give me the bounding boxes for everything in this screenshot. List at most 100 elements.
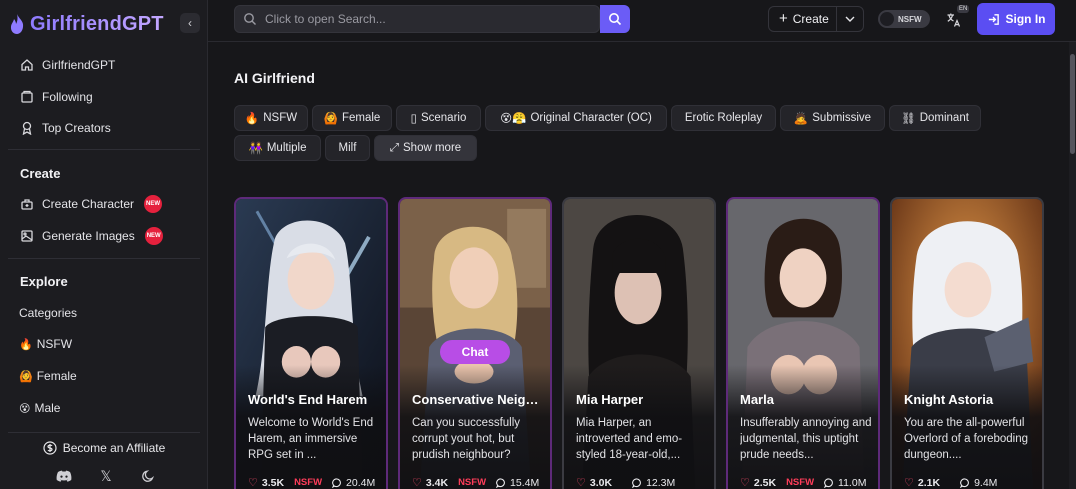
- sidebar-divider: [8, 149, 200, 150]
- chip-dominant[interactable]: ⛓ Dominant: [889, 105, 981, 131]
- like-count: 2.1K: [917, 476, 941, 489]
- character-card[interactable]: Chat Conservative Neighbour Can you succ…: [398, 197, 552, 489]
- character-card[interactable]: Mia Harper Mia Harper, an introverted an…: [562, 197, 716, 489]
- become-affiliate-link[interactable]: Become an Affiliate: [8, 432, 200, 460]
- expand-icon: ⤢: [389, 141, 400, 154]
- nsfw-toggle-label: NSFW: [898, 14, 922, 24]
- nsfw-tag: NSFW: [458, 477, 487, 488]
- explore-section-title: Explore: [20, 274, 68, 289]
- chip-submissive[interactable]: 🙇 Submissive: [780, 105, 885, 131]
- create-button[interactable]: + Create: [769, 7, 837, 31]
- sidebar-item-create-character[interactable]: Create Character NEW: [20, 195, 163, 213]
- chip-label: Milf: [338, 142, 357, 154]
- chat-count: 15.4M: [510, 476, 540, 489]
- chip-label: Multiple: [266, 142, 307, 154]
- people-icon: 👭: [248, 143, 263, 155]
- search-bar[interactable]: [234, 5, 600, 33]
- search-submit-button[interactable]: [600, 5, 630, 33]
- toggle-knob: [880, 12, 894, 26]
- character-card[interactable]: World's End Harem Welcome to World's End…: [234, 197, 388, 489]
- translate-icon: [947, 13, 961, 27]
- search-icon: [244, 13, 256, 25]
- card-description: You are the all-powerful Overlord of a f…: [904, 417, 1029, 461]
- sidebar-item-categories[interactable]: Categories: [19, 304, 77, 322]
- chip-milf[interactable]: Milf: [325, 135, 370, 161]
- character-card[interactable]: Marla Insufferably annoying and judgment…: [726, 197, 880, 489]
- create-section-title: Create: [20, 166, 61, 181]
- chat-bubble-icon: [332, 477, 341, 488]
- sidebar-item-label: Top Creators: [42, 121, 111, 135]
- chat-bubble-icon: [496, 477, 505, 488]
- heart-icon: ♡: [740, 477, 750, 489]
- moon-icon[interactable]: [140, 468, 156, 484]
- sidebar-item-female[interactable]: 🙆 Female: [19, 367, 77, 385]
- create-label: Create: [792, 12, 829, 26]
- chat-button[interactable]: Chat: [440, 340, 510, 364]
- chat-count: 11.0M: [838, 476, 867, 489]
- chip-nsfw[interactable]: 🔥 NSFW: [234, 105, 308, 131]
- fire-icon: 🔥: [19, 338, 33, 351]
- flame-logo-icon: [10, 14, 24, 34]
- like-count: 3.0K: [589, 476, 613, 489]
- sign-in-button[interactable]: Sign In: [977, 3, 1055, 35]
- brand-logo[interactable]: GirlfriendGPT: [8, 10, 164, 38]
- card-stats: ♡ 2.5K NSFW 11.0M: [740, 476, 866, 489]
- scrollbar-thumb[interactable]: [1070, 54, 1075, 154]
- like-count: 3.4K: [425, 476, 449, 489]
- chevron-left-icon: ‹: [188, 16, 192, 30]
- main-content: AI Girlfriend 🔥 NSFW 🙆 Female ▯ Scenario 😵😤…: [208, 42, 1076, 489]
- sidebar-item-label: Following: [42, 90, 93, 104]
- chip-scenario[interactable]: ▯ Scenario: [396, 105, 481, 131]
- dizzy-face-icon: 😵: [19, 402, 31, 415]
- chip-multiple[interactable]: 👭 Multiple: [234, 135, 321, 161]
- chat-bubble-icon: [632, 477, 641, 488]
- page-scrollbar[interactable]: [1069, 42, 1076, 489]
- heart-icon: ♡: [904, 477, 914, 489]
- search-input[interactable]: [257, 12, 577, 26]
- chip-female[interactable]: 🙆 Female: [312, 105, 392, 131]
- woman-gesture-icon: 🙆: [19, 370, 33, 383]
- card-stats: ♡ 3.5K NSFW 20.4M: [248, 476, 375, 489]
- card-description: Welcome to World's End Harem, an immersi…: [248, 417, 374, 461]
- chip-erotic-roleplay[interactable]: Erotic Roleplay: [671, 105, 776, 131]
- heart-icon: ♡: [412, 477, 422, 489]
- create-dropdown-toggle[interactable]: [837, 16, 863, 22]
- like-count: 3.5K: [261, 476, 285, 489]
- x-twitter-icon[interactable]: 𝕏: [98, 468, 114, 484]
- character-icon: [20, 197, 34, 211]
- dollar-icon: [43, 440, 57, 455]
- language-button[interactable]: EN: [944, 5, 970, 32]
- discord-icon[interactable]: [56, 468, 72, 484]
- chat-count: 20.4M: [346, 476, 376, 489]
- chip-label: Dominant: [919, 112, 969, 124]
- search-icon: [609, 13, 622, 26]
- like-count: 2.5K: [753, 476, 777, 489]
- sidebar-item-generate-images[interactable]: Generate Images NEW: [20, 227, 163, 245]
- sidebar-item-label: Male: [34, 401, 61, 415]
- character-card[interactable]: Knight Astoria You are the all-powerful …: [890, 197, 1044, 489]
- show-more-button[interactable]: ⤢ Show more: [374, 135, 477, 161]
- plus-icon: +: [779, 10, 788, 27]
- home-icon: [20, 58, 34, 72]
- sidebar-item-following[interactable]: Following: [20, 88, 93, 106]
- top-header: + Create NSFW EN Sign In: [208, 0, 1076, 42]
- chat-count: 9.4M: [974, 476, 998, 489]
- sidebar-item-nsfw[interactable]: 🔥 NSFW: [19, 335, 72, 353]
- heart-icon: ♡: [576, 477, 586, 489]
- fire-icon: 🔥: [244, 113, 260, 125]
- nsfw-toggle[interactable]: NSFW: [878, 10, 930, 28]
- woman-gesture-icon: 🙆: [323, 113, 338, 125]
- chip-label: Erotic Roleplay: [684, 112, 763, 124]
- card-name: World's End Harem: [248, 392, 368, 407]
- chip-original-character[interactable]: 😵😤 Original Character (OC): [485, 105, 667, 131]
- collapse-sidebar-button[interactable]: ‹: [180, 13, 200, 33]
- chip-label: Submissive: [812, 112, 872, 124]
- chevron-down-icon: [845, 16, 855, 22]
- card-description: Mia Harper, an introverted and emo-style…: [576, 417, 683, 461]
- sidebar-item-home[interactable]: GirlfriendGPT: [20, 56, 115, 74]
- sidebar-item-male[interactable]: 😵 Male: [19, 399, 60, 417]
- chip-label: Female: [341, 112, 381, 124]
- card-stats: ♡ 2.1K 9.4M: [904, 476, 997, 489]
- sidebar-item-top-creators[interactable]: Top Creators: [20, 119, 111, 137]
- sidebar-item-label: Generate Images: [42, 229, 135, 243]
